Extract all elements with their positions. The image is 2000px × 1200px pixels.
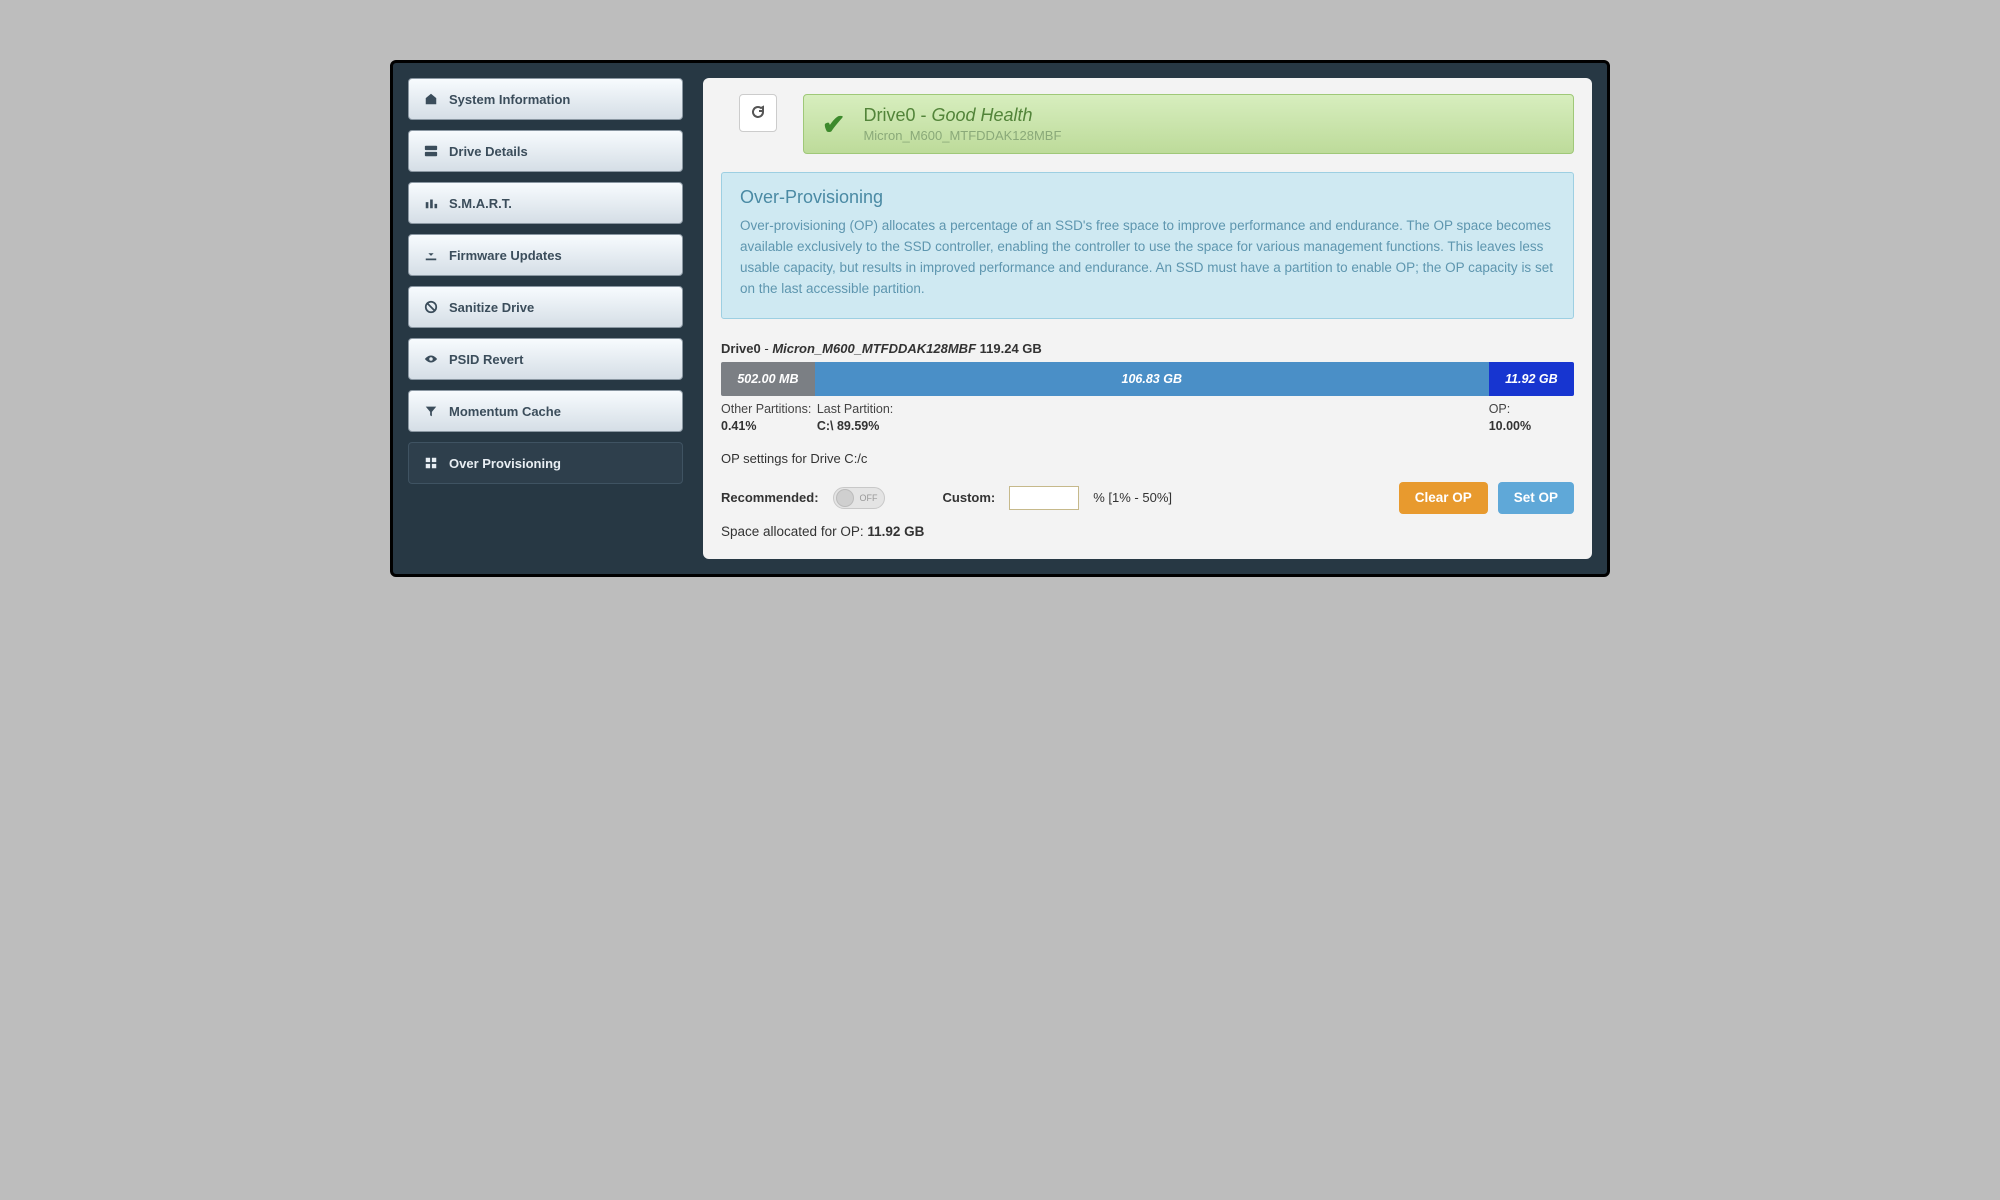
capacity-legend: Other Partitions: 0.41% Last Partition: … <box>721 402 1574 433</box>
drive-icon <box>423 143 439 159</box>
sidebar-item-label: PSID Revert <box>449 352 523 367</box>
sidebar-item-system-information[interactable]: System Information <box>408 78 683 120</box>
sidebar-item-label: Drive Details <box>449 144 528 159</box>
sidebar-item-firmware-updates[interactable]: Firmware Updates <box>408 234 683 276</box>
refresh-button[interactable] <box>739 94 777 132</box>
sidebar-item-label: Sanitize Drive <box>449 300 534 315</box>
capacity-segment-op: 11.92 GB <box>1489 362 1574 396</box>
ban-icon <box>423 299 439 315</box>
space-allocated-value: 11.92 GB <box>867 524 924 539</box>
bars-icon <box>423 195 439 211</box>
drive-name: Drive0 <box>721 341 761 356</box>
sidebar: System Information Drive Details S.M.A.R… <box>408 78 683 559</box>
info-body: Over-provisioning (OP) allocates a perce… <box>740 216 1555 300</box>
grid-icon <box>423 455 439 471</box>
drive-health-banner: ✔ Drive0 - Good Health Micron_M600_MTFDD… <box>803 94 1574 154</box>
recommended-toggle[interactable]: OFF <box>833 487 885 509</box>
capacity-segment-other: 502.00 MB <box>721 362 815 396</box>
recommended-label: Recommended: <box>721 490 819 505</box>
sidebar-item-label: System Information <box>449 92 570 107</box>
health-title: Drive0 - Good Health <box>863 105 1061 126</box>
legend-last-value: C:\ 89.59% <box>817 419 1489 433</box>
sidebar-item-psid-revert[interactable]: PSID Revert <box>408 338 683 380</box>
sidebar-item-sanitize-drive[interactable]: Sanitize Drive <box>408 286 683 328</box>
eye-icon <box>423 351 439 367</box>
health-drive-name: Drive0 <box>863 105 915 125</box>
space-allocated-line: Space allocated for OP: 11.92 GB <box>721 524 1574 539</box>
toggle-knob <box>836 489 854 507</box>
op-settings-row: Recommended: OFF Custom: % [1% - 50%] Cl… <box>721 482 1574 514</box>
main-panel: ✔ Drive0 - Good Health Micron_M600_MTFDD… <box>703 78 1592 559</box>
legend-op-value: 10.00% <box>1489 419 1574 433</box>
legend-other-label: Other Partitions: <box>721 402 815 416</box>
download-icon <box>423 247 439 263</box>
home-icon <box>423 91 439 107</box>
custom-percent-input[interactable] <box>1009 486 1079 510</box>
toggle-state: OFF <box>860 493 878 503</box>
custom-range-hint: % [1% - 50%] <box>1093 490 1172 505</box>
drive-model: Micron_M600_MTFDDAK128MBF <box>772 341 976 356</box>
drive-total: 119.24 GB <box>980 341 1042 356</box>
sidebar-item-smart[interactable]: S.M.A.R.T. <box>408 182 683 224</box>
capacity-bar: 502.00 MB 106.83 GB 11.92 GB <box>721 362 1574 396</box>
legend-last-label: Last Partition: <box>817 402 1489 416</box>
custom-label: Custom: <box>943 490 996 505</box>
sidebar-item-label: S.M.A.R.T. <box>449 196 512 211</box>
sidebar-item-label: Over Provisioning <box>449 456 561 471</box>
check-icon: ✔ <box>822 108 845 141</box>
legend-other-value: 0.41% <box>721 419 815 433</box>
filter-icon <box>423 403 439 419</box>
legend-op-label: OP: <box>1489 402 1574 416</box>
app-window: System Information Drive Details S.M.A.R… <box>390 60 1610 577</box>
health-model: Micron_M600_MTFDDAK128MBF <box>863 128 1061 143</box>
sidebar-item-drive-details[interactable]: Drive Details <box>408 130 683 172</box>
space-allocated-label: Space allocated for OP: <box>721 524 864 539</box>
sidebar-item-over-provisioning[interactable]: Over Provisioning <box>408 442 683 484</box>
info-panel: Over-Provisioning Over-provisioning (OP)… <box>721 172 1574 319</box>
top-bar: ✔ Drive0 - Good Health Micron_M600_MTFDD… <box>721 94 1574 154</box>
sidebar-item-label: Momentum Cache <box>449 404 561 419</box>
info-title: Over-Provisioning <box>740 187 1555 208</box>
clear-op-button[interactable]: Clear OP <box>1399 482 1488 514</box>
sidebar-item-label: Firmware Updates <box>449 248 562 263</box>
set-op-button[interactable]: Set OP <box>1498 482 1574 514</box>
drive-summary-line: Drive0 - Micron_M600_MTFDDAK128MBF 119.2… <box>721 341 1574 356</box>
health-status: Good Health <box>931 105 1032 125</box>
sidebar-item-momentum-cache[interactable]: Momentum Cache <box>408 390 683 432</box>
op-settings-heading: OP settings for Drive C:/c <box>721 451 1574 466</box>
capacity-segment-last: 106.83 GB <box>815 362 1489 396</box>
refresh-icon <box>750 104 766 123</box>
